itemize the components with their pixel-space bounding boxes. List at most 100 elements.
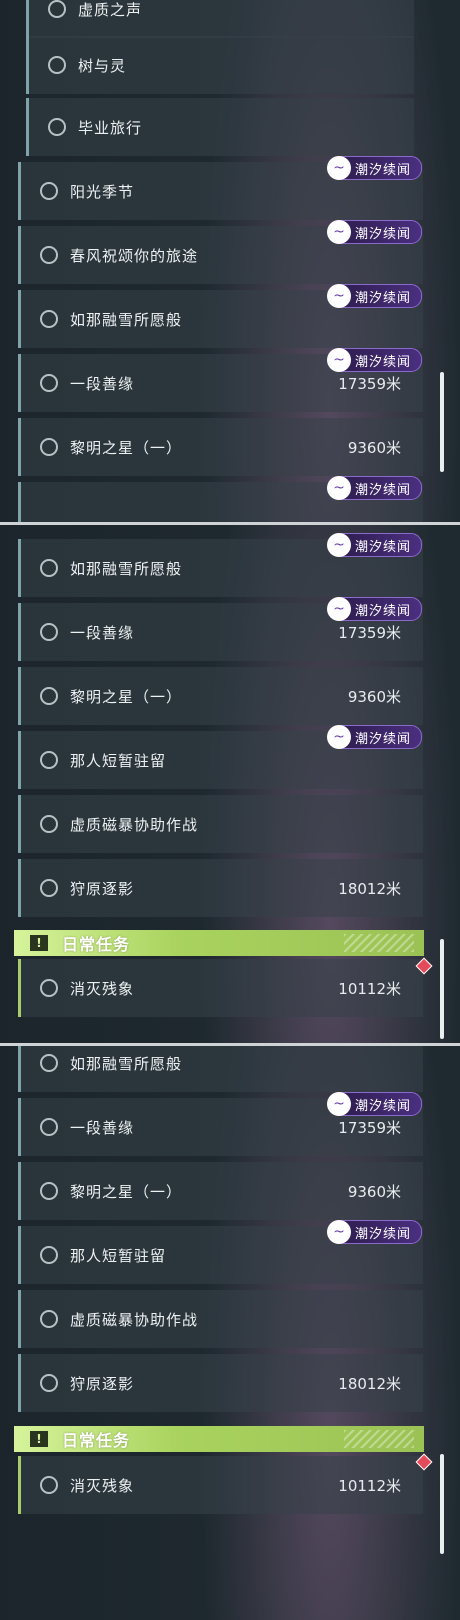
quest-distance: 17359米 bbox=[338, 623, 401, 642]
circle-outline-icon bbox=[40, 374, 58, 392]
quest-row[interactable]: 虚质之声 bbox=[26, 0, 414, 38]
quest-distance: 9360米 bbox=[347, 1182, 401, 1201]
quest-label: 毕业旅行 bbox=[78, 118, 143, 137]
quest-label: 如那融雪所愿般 bbox=[70, 1054, 183, 1073]
quest-label: 黎明之星（一） bbox=[70, 1182, 183, 1201]
circle-outline-icon bbox=[40, 1476, 58, 1494]
quest-label: 消灭残象 bbox=[70, 1476, 135, 1495]
quest-row[interactable]: 狩原逐影 18012米 bbox=[18, 1354, 423, 1412]
quest-distance: 9360米 bbox=[347, 687, 401, 706]
quest-distance: 17359米 bbox=[338, 374, 401, 393]
quest-label: 一段善缘 bbox=[70, 1118, 135, 1137]
quest-label: 虚质磁暴协助作战 bbox=[70, 1310, 199, 1329]
quest-distance: 18012米 bbox=[338, 879, 401, 898]
quest-row[interactable]: 虚质磁暴协助作战 bbox=[18, 1290, 423, 1348]
scrollbar[interactable] bbox=[440, 939, 444, 1039]
quest-label: 树与灵 bbox=[78, 56, 127, 75]
circle-outline-icon bbox=[40, 1310, 58, 1328]
quest-label: 如那融雪所愿般 bbox=[70, 559, 183, 578]
circle-outline-icon bbox=[40, 182, 58, 200]
exclamation-icon: ! bbox=[30, 935, 48, 951]
circle-outline-icon bbox=[40, 879, 58, 897]
wave-icon: ~ bbox=[327, 533, 351, 557]
scrollbar[interactable] bbox=[440, 1454, 444, 1554]
wave-icon: ~ bbox=[327, 476, 351, 500]
circle-outline-icon bbox=[40, 1246, 58, 1264]
tide-badge: ~ 潮汐续闻 bbox=[327, 1092, 422, 1116]
quest-label: 那人短暂驻留 bbox=[70, 1246, 167, 1265]
tide-badge: ~ 潮汐续闻 bbox=[327, 533, 422, 557]
quest-label: 狩原逐影 bbox=[70, 1374, 135, 1393]
quest-label: 黎明之星（一） bbox=[70, 687, 183, 706]
tide-badge: ~ 潮汐续闻 bbox=[327, 348, 422, 372]
daily-quest-header[interactable]: ! 日常任务 bbox=[14, 1426, 424, 1452]
circle-outline-icon bbox=[40, 623, 58, 641]
quest-row[interactable]: 毕业旅行 bbox=[26, 98, 414, 156]
quest-label: 阳光季节 bbox=[70, 182, 135, 201]
quest-distance: 10112米 bbox=[338, 1476, 401, 1495]
quest-label: 虚质磁暴协助作战 bbox=[70, 815, 199, 834]
quest-label: 一段善缘 bbox=[70, 623, 135, 642]
daily-quest-row[interactable]: 消灭残象 10112米 bbox=[18, 959, 423, 1017]
circle-outline-icon bbox=[40, 1054, 58, 1072]
wave-icon: ~ bbox=[327, 220, 351, 244]
circle-outline-icon bbox=[40, 559, 58, 577]
circle-outline-icon bbox=[48, 0, 66, 18]
tide-badge: ~ 潮汐续闻 bbox=[327, 476, 422, 500]
wave-icon: ~ bbox=[327, 1220, 351, 1244]
quest-label: 狩原逐影 bbox=[70, 879, 135, 898]
tide-badge: ~ 潮汐续闻 bbox=[327, 1220, 422, 1244]
quest-distance: 18012米 bbox=[338, 1374, 401, 1393]
section-title: 日常任务 bbox=[62, 935, 131, 954]
quest-row[interactable]: 树与灵 bbox=[26, 36, 414, 94]
wave-icon: ~ bbox=[327, 284, 351, 308]
quest-row[interactable]: 如那融雪所愿般 bbox=[18, 1046, 423, 1092]
tide-badge: ~ 潮汐续闻 bbox=[327, 156, 422, 180]
wave-icon: ~ bbox=[327, 597, 351, 621]
circle-outline-icon bbox=[40, 815, 58, 833]
quest-panel-2: 如那融雪所愿般 一段善缘 17359米 黎明之星（一） 9360米 那人短暂驻留… bbox=[0, 525, 460, 1043]
circle-outline-icon bbox=[40, 1118, 58, 1136]
tide-badge: ~ 潮汐续闻 bbox=[327, 725, 422, 749]
circle-outline-icon bbox=[40, 438, 58, 456]
circle-outline-icon bbox=[40, 310, 58, 328]
wave-icon: ~ bbox=[327, 725, 351, 749]
wave-icon: ~ bbox=[327, 348, 351, 372]
tide-badge: ~ 潮汐续闻 bbox=[327, 220, 422, 244]
circle-outline-icon bbox=[40, 1182, 58, 1200]
scrollbar[interactable] bbox=[440, 372, 444, 472]
circle-outline-icon bbox=[40, 246, 58, 264]
daily-quest-row[interactable]: 消灭残象 10112米 bbox=[18, 1456, 423, 1514]
wave-icon: ~ bbox=[327, 1092, 351, 1116]
circle-outline-icon bbox=[40, 687, 58, 705]
quest-label: 如那融雪所愿般 bbox=[70, 310, 183, 329]
decorative-stripes bbox=[344, 934, 414, 952]
quest-panel-1: 虚质之声 树与灵 毕业旅行 阳光季节 春风祝颂你的旅途 如那融雪所愿般 一段善缘… bbox=[0, 0, 460, 522]
daily-quest-header[interactable]: ! 日常任务 bbox=[14, 930, 424, 956]
decorative-stripes bbox=[344, 1430, 414, 1448]
exclamation-icon: ! bbox=[30, 1431, 48, 1447]
quest-distance: 10112米 bbox=[338, 979, 401, 998]
wave-icon: ~ bbox=[327, 156, 351, 180]
quest-label: 春风祝颂你的旅途 bbox=[70, 246, 199, 265]
quest-row[interactable]: 虚质磁暴协助作战 bbox=[18, 795, 423, 853]
quest-label: 黎明之星（一） bbox=[70, 438, 183, 457]
quest-label: 消灭残象 bbox=[70, 979, 135, 998]
quest-row[interactable]: 黎明之星（一） 9360米 bbox=[18, 1162, 423, 1220]
quest-row[interactable]: 狩原逐影 18012米 bbox=[18, 859, 423, 917]
circle-outline-icon bbox=[48, 56, 66, 74]
quest-row[interactable]: 黎明之星（一） 9360米 bbox=[18, 667, 423, 725]
quest-label: 虚质之声 bbox=[78, 0, 143, 19]
quest-row[interactable]: 黎明之星（一） 9360米 bbox=[18, 418, 423, 476]
quest-label: 一段善缘 bbox=[70, 374, 135, 393]
quest-panel-3: 如那融雪所愿般 一段善缘 17359米 黎明之星（一） 9360米 那人短暂驻留… bbox=[0, 1046, 460, 1620]
tide-badge: ~ 潮汐续闻 bbox=[327, 597, 422, 621]
section-title: 日常任务 bbox=[62, 1431, 131, 1450]
circle-outline-icon bbox=[40, 979, 58, 997]
quest-distance: 17359米 bbox=[338, 1118, 401, 1137]
circle-outline-icon bbox=[40, 1374, 58, 1392]
tide-badge: ~ 潮汐续闻 bbox=[327, 284, 422, 308]
circle-outline-icon bbox=[48, 118, 66, 136]
circle-outline-icon bbox=[40, 751, 58, 769]
quest-label: 那人短暂驻留 bbox=[70, 751, 167, 770]
